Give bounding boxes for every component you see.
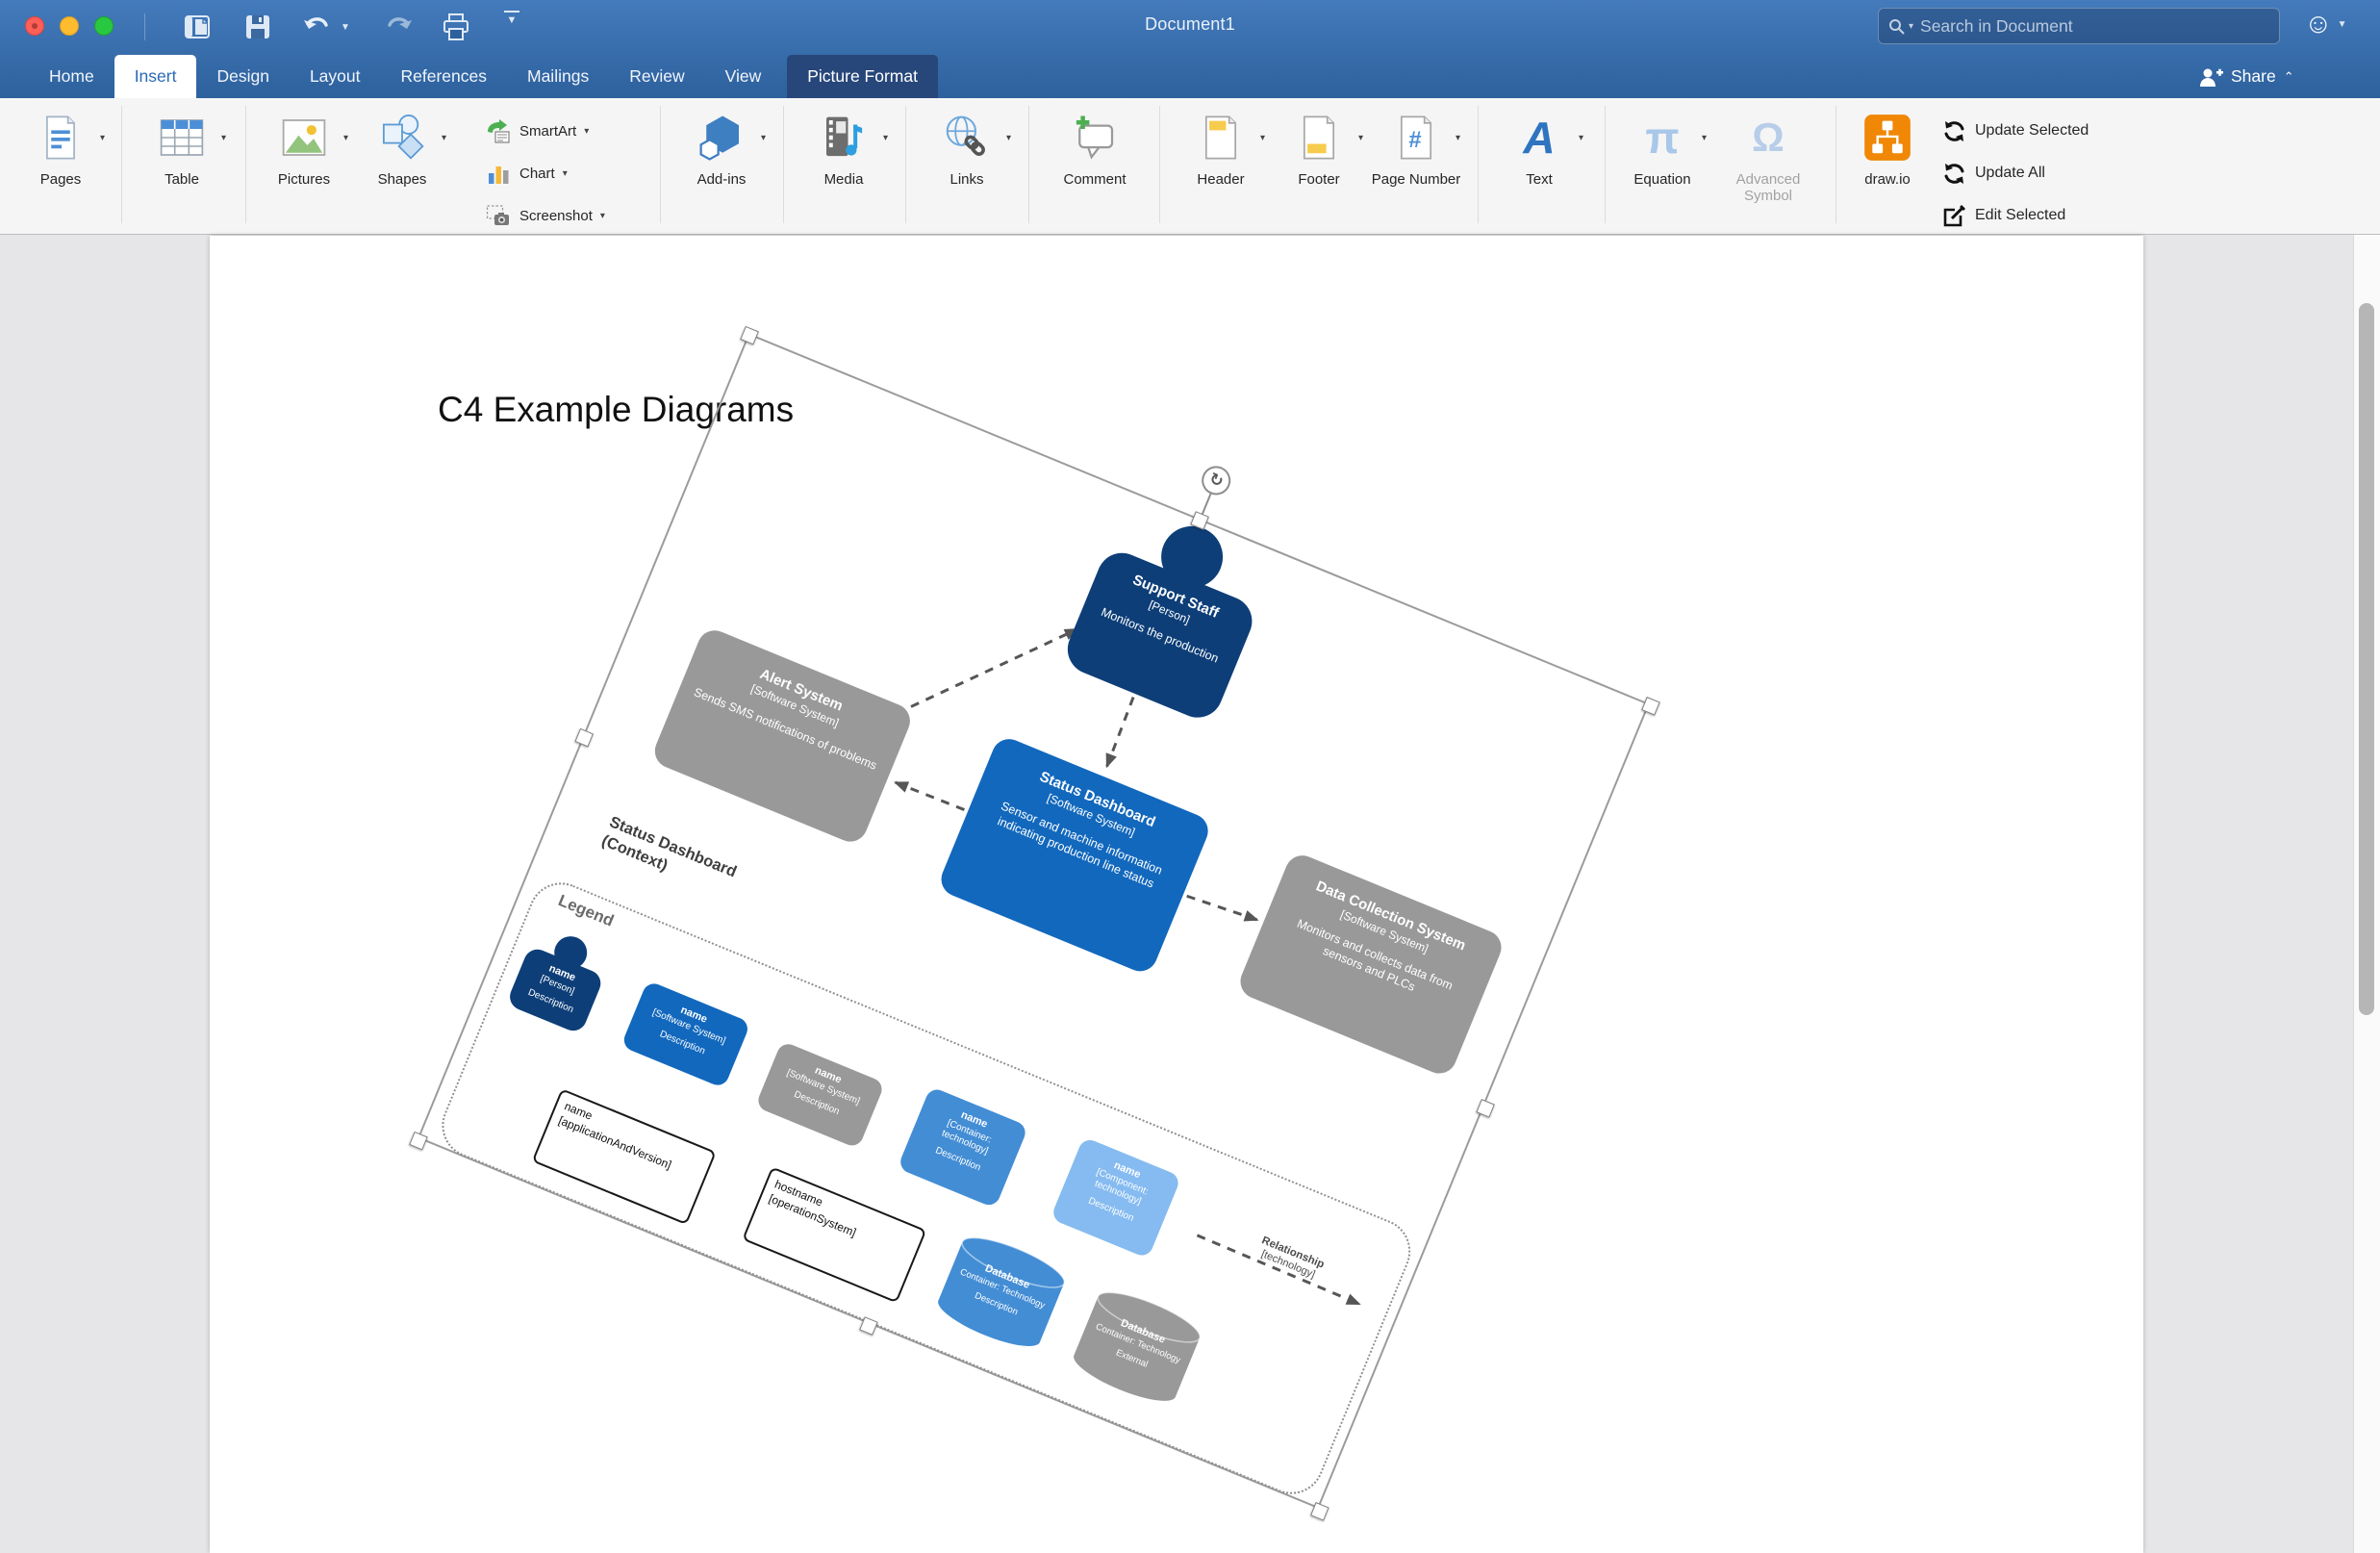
share-collapse-chevron[interactable]: ⌃ (2284, 69, 2294, 85)
addins-button[interactable]: ▾ Add-ins (675, 108, 768, 188)
text-icon: A (1523, 112, 1555, 164)
scrollbar-thumb[interactable] (2359, 303, 2374, 1015)
update-selected-button[interactable]: Update Selected (1941, 110, 2191, 152)
smartart-icon (486, 118, 512, 144)
pictures-button[interactable]: ▾ Pictures (258, 108, 350, 188)
table-button[interactable]: ▾ Table (136, 108, 228, 188)
drawio-icon (1862, 113, 1912, 163)
search-placeholder: Search in Document (1920, 16, 2073, 37)
tab-insert[interactable]: Insert (114, 55, 197, 98)
header-button[interactable]: ▾ Header (1175, 108, 1267, 188)
account-menu[interactable]: ☺ ▼ (2304, 11, 2347, 38)
tab-view[interactable]: View (705, 55, 782, 98)
screenshot-button[interactable]: Screenshot ▾ (486, 194, 649, 237)
links-button[interactable]: ▾ Links (921, 108, 1013, 188)
smartart-button[interactable]: SmartArt ▾ (486, 110, 649, 152)
tab-picture-format[interactable]: Picture Format (787, 55, 938, 98)
shapes-button[interactable]: ▾ Shapes (356, 108, 448, 188)
pages-icon (36, 111, 86, 165)
links-dropdown-chevron: ▾ (1006, 133, 1011, 143)
text-button[interactable]: A ▾ Text (1493, 108, 1585, 188)
drawio-button[interactable]: draw.io (1841, 108, 1934, 188)
window-header: ▼ ▼ Document1 ▾ Search in Doc (0, 0, 2380, 98)
comment-icon (1069, 111, 1121, 165)
ribbon-tabs: Home Insert Design Layout References Mai… (29, 55, 938, 98)
edit-selected-button[interactable]: Edit Selected (1941, 194, 2191, 237)
pages-button[interactable]: ▾ Pages (14, 108, 107, 188)
smartart-dropdown-chevron: ▾ (584, 126, 589, 137)
account-smiley-icon: ☺ (2304, 11, 2333, 38)
chart-button[interactable]: Chart ▾ (486, 152, 649, 194)
header-icon (1196, 111, 1246, 165)
equation-button[interactable]: π ▾ Equation (1616, 108, 1709, 188)
tab-home[interactable]: Home (29, 55, 114, 98)
addins-icon (696, 111, 747, 165)
table-icon (156, 111, 208, 165)
equation-icon: π (1645, 112, 1679, 164)
shapes-dropdown-chevron: ▾ (442, 133, 446, 143)
ribbon: ▾ Pages ▾ Table ▾ Pictures ▾ Shapes (0, 98, 2380, 235)
text-dropdown-chevron: ▾ (1579, 133, 1583, 143)
advanced-symbol-button: Ω Advanced Symbol (1722, 108, 1814, 205)
page-number-button[interactable]: # ▾ Page Number (1370, 108, 1462, 188)
search-input[interactable]: ▾ Search in Document (1878, 8, 2280, 44)
tab-layout[interactable]: Layout (290, 55, 381, 98)
tab-references[interactable]: References (381, 55, 508, 98)
advanced-symbol-icon: Ω (1752, 115, 1785, 161)
equation-dropdown-chevron: ▾ (1702, 133, 1707, 143)
chart-icon (486, 161, 512, 187)
screenshot-dropdown-chevron: ▾ (600, 211, 605, 221)
update-all-button[interactable]: Update All (1941, 152, 2191, 194)
tab-design[interactable]: Design (196, 55, 289, 98)
svg-text:#: # (1408, 127, 1421, 153)
media-button[interactable]: ▾ Media (798, 108, 890, 188)
pictures-icon (278, 111, 330, 165)
addins-dropdown-chevron: ▾ (761, 133, 766, 143)
media-icon (818, 111, 870, 165)
page-number-icon: # (1391, 111, 1441, 165)
footer-icon (1294, 111, 1344, 165)
drawio-actions-column: Update Selected Update All Edit Selected (1941, 110, 2191, 237)
pages-dropdown-chevron: ▾ (100, 133, 105, 143)
share-person-icon (2198, 66, 2223, 88)
table-dropdown-chevron: ▾ (221, 133, 226, 143)
rotate-icon: ↻ (1206, 469, 1227, 492)
illustrations-column: SmartArt ▾ Chart ▾ Screenshot ▾ (486, 110, 649, 237)
page-number-dropdown-chevron: ▾ (1456, 133, 1460, 143)
search-scope-chevron[interactable]: ▾ (1909, 21, 1913, 32)
search-icon (1888, 18, 1905, 35)
edit-icon (1941, 203, 1967, 229)
vertical-scrollbar[interactable] (2353, 235, 2380, 1553)
share-label: Share (2231, 66, 2276, 87)
account-chevron-icon: ▼ (2338, 19, 2347, 30)
tab-review[interactable]: Review (609, 55, 704, 98)
pictures-dropdown-chevron: ▾ (343, 133, 348, 143)
share-button[interactable]: Share ⌃ (2198, 55, 2294, 98)
header-dropdown-chevron: ▾ (1260, 133, 1265, 143)
shapes-icon (376, 111, 428, 165)
footer-dropdown-chevron: ▾ (1358, 133, 1363, 143)
media-dropdown-chevron: ▾ (883, 133, 888, 143)
refresh-icon (1941, 161, 1967, 187)
refresh-icon (1941, 118, 1967, 144)
tab-mailings[interactable]: Mailings (507, 55, 609, 98)
comment-button[interactable]: Comment (1049, 108, 1141, 188)
links-icon (941, 111, 993, 165)
titlebar: ▼ ▼ Document1 ▾ Search in Doc (0, 0, 2380, 55)
footer-button[interactable]: ▾ Footer (1273, 108, 1365, 188)
screenshot-icon (486, 203, 512, 229)
chart-dropdown-chevron: ▾ (563, 168, 568, 179)
